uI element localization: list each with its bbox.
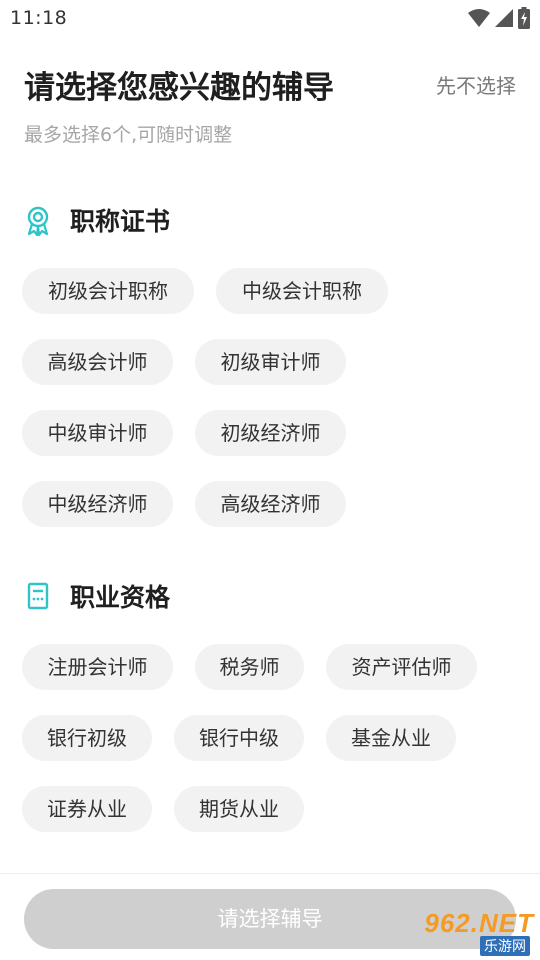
status-icons <box>468 7 530 29</box>
chip-option[interactable]: 初级经济师 <box>195 410 346 456</box>
certificate-icon <box>24 206 52 237</box>
section-title: 职称证书 <box>70 207 171 236</box>
section-title: 职业资格 <box>70 583 171 612</box>
chip-option[interactable]: 期货从业 <box>174 786 304 832</box>
section-header-certificates: 职称证书 <box>24 202 170 238</box>
skip-button[interactable]: 先不选择 <box>436 70 516 99</box>
chip-option[interactable]: 银行中级 <box>174 715 304 761</box>
bottom-divider <box>0 873 540 874</box>
chip-option[interactable]: 中级审计师 <box>22 410 173 456</box>
chip-option[interactable]: 高级经济师 <box>195 481 346 527</box>
calculator-icon <box>24 582 52 610</box>
watermark-site: 乐游网 <box>480 936 530 956</box>
page-subtitle: 最多选择6个,可随时调整 <box>24 124 233 146</box>
section-header-qualifications: 职业资格 <box>24 578 170 614</box>
chip-option[interactable]: 资产评估师 <box>326 644 477 690</box>
header: 请选择您感兴趣的辅导 先不选择 最多选择6个,可随时调整 <box>24 60 516 150</box>
chip-option[interactable]: 基金从业 <box>326 715 456 761</box>
chip-option[interactable]: 证券从业 <box>22 786 152 832</box>
cellular-signal-icon <box>494 8 514 28</box>
chip-option[interactable]: 税务师 <box>195 644 304 690</box>
battery-charging-icon <box>518 7 530 29</box>
chip-option[interactable]: 初级会计职称 <box>22 268 194 314</box>
chip-option[interactable]: 高级会计师 <box>22 339 173 385</box>
watermark-text: 962.NET <box>424 908 534 938</box>
chip-option[interactable]: 中级经济师 <box>22 481 173 527</box>
chip-option[interactable]: 初级审计师 <box>195 339 346 385</box>
watermark-logo: 962.NET 乐游网 <box>404 908 534 956</box>
page-title: 请选择您感兴趣的辅导 <box>24 70 334 106</box>
chip-option[interactable]: 注册会计师 <box>22 644 173 690</box>
status-time: 11:18 <box>10 7 68 29</box>
chip-option[interactable]: 银行初级 <box>22 715 152 761</box>
wifi-icon <box>468 8 490 28</box>
status-bar: 11:18 <box>0 0 540 36</box>
chip-option[interactable]: 中级会计职称 <box>216 268 388 314</box>
